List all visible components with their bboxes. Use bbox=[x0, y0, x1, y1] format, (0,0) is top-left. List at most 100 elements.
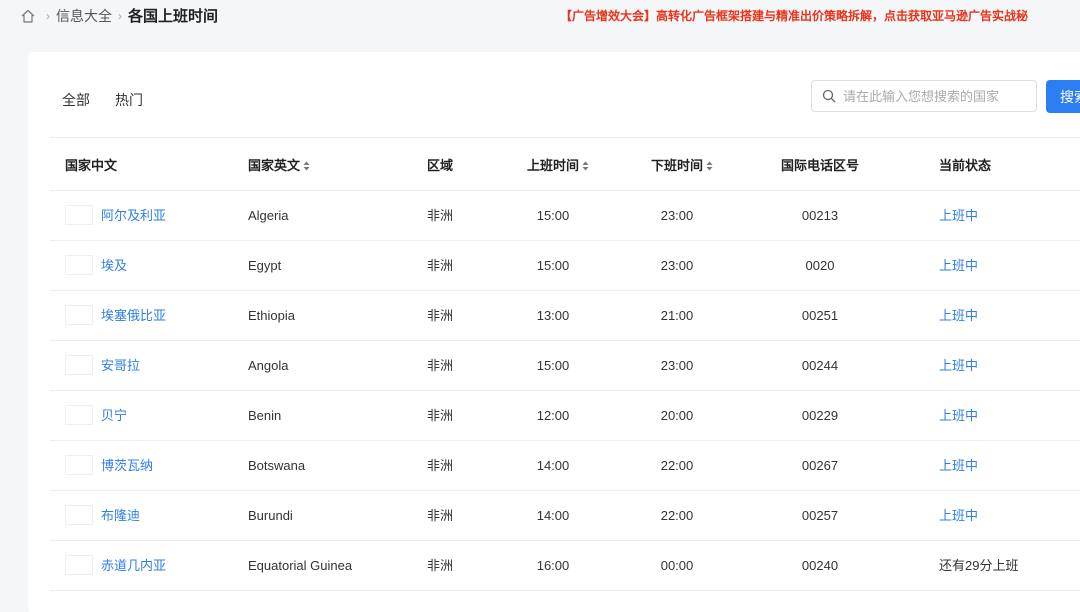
start-time: 16:00 bbox=[536, 558, 570, 573]
start-time: 15:00 bbox=[536, 358, 570, 373]
header-country-en[interactable]: 国家英文 bbox=[248, 141, 310, 190]
flag-image bbox=[65, 205, 93, 225]
filter-tabs: 全部 热门 bbox=[62, 90, 168, 110]
region: 非洲 bbox=[427, 258, 454, 273]
country-en: Benin bbox=[248, 408, 282, 423]
page-title: 各国上班时间 bbox=[128, 8, 219, 25]
start-time: 12:00 bbox=[536, 408, 570, 423]
promo-banner-link[interactable]: 【广告增效大会】高转化广告框架搭建与精准出价策略拆解，点击获取亚马逊广告实战秘 bbox=[560, 7, 1080, 24]
header-country-cn: 国家中文 bbox=[65, 158, 118, 173]
header-region: 区域 bbox=[427, 158, 454, 173]
country-en: Botswana bbox=[248, 458, 306, 473]
table-row: 博茨瓦纳 Botswana 非洲 14:00 22:00 00267 上班中 bbox=[50, 441, 1080, 491]
table-row: 埃塞俄比亚 Ethiopia 非洲 13:00 21:00 00251 上班中 bbox=[50, 291, 1080, 341]
phone-code: 00257 bbox=[801, 508, 839, 523]
country-en: Egypt bbox=[248, 258, 282, 273]
header-start-time[interactable]: 上班时间 bbox=[527, 141, 589, 190]
region: 非洲 bbox=[427, 308, 454, 323]
content-card: 全部 热门 搜索 国家中文 国家英文 区域 上班时间 下班时间 国际电话区号 当… bbox=[28, 52, 1080, 612]
chevron-right-icon: › bbox=[46, 8, 50, 23]
status: 上班中 bbox=[939, 508, 979, 523]
top-bar: › 信息大全 › 各国上班时间 【广告增效大会】高转化广告框架搭建与精准出价策略… bbox=[0, 0, 1080, 30]
country-table: 国家中文 国家英文 区域 上班时间 下班时间 国际电话区号 当前状态 阿尔及利亚… bbox=[50, 141, 1080, 591]
country-en: Equatorial Guinea bbox=[248, 558, 353, 573]
flag-image bbox=[65, 305, 93, 325]
phone-code: 00267 bbox=[801, 458, 839, 473]
status: 上班中 bbox=[939, 258, 979, 273]
table-header: 国家中文 国家英文 区域 上班时间 下班时间 国际电话区号 当前状态 bbox=[50, 141, 1080, 191]
status: 还有29分上班 bbox=[939, 558, 1019, 573]
flag-image bbox=[65, 455, 93, 475]
flag-image bbox=[65, 255, 93, 275]
table-row: 埃及 Egypt 非洲 15:00 23:00 0020 上班中 bbox=[50, 241, 1080, 291]
search-button[interactable]: 搜索 bbox=[1046, 80, 1080, 113]
end-time: 21:00 bbox=[660, 308, 694, 323]
search-input[interactable] bbox=[843, 88, 1023, 104]
status: 上班中 bbox=[939, 208, 979, 223]
flag-image bbox=[65, 405, 93, 425]
region: 非洲 bbox=[427, 508, 454, 523]
phone-code: 00229 bbox=[801, 408, 839, 423]
country-cn-link[interactable]: 安哥拉 bbox=[101, 341, 140, 390]
breadcrumb-item-info[interactable]: 信息大全 bbox=[56, 6, 112, 26]
tab-popular[interactable]: 热门 bbox=[115, 90, 143, 110]
country-cn-link[interactable]: 赤道几内亚 bbox=[101, 541, 166, 590]
country-en: Algeria bbox=[248, 208, 289, 223]
header-phone-code: 国际电话区号 bbox=[781, 158, 860, 173]
country-cn-link[interactable]: 博茨瓦纳 bbox=[101, 441, 153, 490]
region: 非洲 bbox=[427, 408, 454, 423]
end-time: 20:00 bbox=[660, 408, 694, 423]
table-row: 贝宁 Benin 非洲 12:00 20:00 00229 上班中 bbox=[50, 391, 1080, 441]
sort-icon[interactable] bbox=[303, 161, 310, 171]
region: 非洲 bbox=[427, 208, 454, 223]
sort-icon[interactable] bbox=[706, 161, 713, 171]
country-cn-link[interactable]: 布隆迪 bbox=[101, 491, 140, 540]
region: 非洲 bbox=[427, 358, 454, 373]
end-time: 23:00 bbox=[660, 358, 694, 373]
breadcrumb: › 信息大全 › 各国上班时间 bbox=[20, 5, 218, 26]
phone-code: 00240 bbox=[801, 558, 839, 573]
start-time: 15:00 bbox=[536, 258, 570, 273]
table-row: 布隆迪 Burundi 非洲 14:00 22:00 00257 上班中 bbox=[50, 491, 1080, 541]
country-en: Angola bbox=[248, 358, 289, 373]
end-time: 23:00 bbox=[660, 208, 694, 223]
region: 非洲 bbox=[427, 458, 454, 473]
header-status: 当前状态 bbox=[939, 158, 992, 173]
flag-image bbox=[65, 355, 93, 375]
end-time: 22:00 bbox=[660, 508, 694, 523]
status: 上班中 bbox=[939, 308, 979, 323]
header-end-time[interactable]: 下班时间 bbox=[651, 141, 713, 190]
phone-code: 00213 bbox=[801, 208, 839, 223]
country-cn-link[interactable]: 贝宁 bbox=[101, 391, 127, 440]
end-time: 00:00 bbox=[660, 558, 694, 573]
search-icon bbox=[822, 89, 836, 103]
start-time: 15:00 bbox=[536, 208, 570, 223]
end-time: 22:00 bbox=[660, 458, 694, 473]
flag-image bbox=[65, 555, 93, 575]
status: 上班中 bbox=[939, 408, 979, 423]
table-row: 阿尔及利亚 Algeria 非洲 15:00 23:00 00213 上班中 bbox=[50, 191, 1080, 241]
phone-code: 0020 bbox=[805, 258, 835, 273]
phone-code: 00251 bbox=[801, 308, 839, 323]
country-cn-link[interactable]: 埃塞俄比亚 bbox=[101, 291, 166, 340]
region: 非洲 bbox=[427, 558, 454, 573]
table-body: 阿尔及利亚 Algeria 非洲 15:00 23:00 00213 上班中 埃及 Egypt 非… bbox=[50, 191, 1080, 591]
flag-image bbox=[65, 505, 93, 525]
phone-code: 00244 bbox=[801, 358, 839, 373]
country-en: Burundi bbox=[248, 508, 293, 523]
tab-all[interactable]: 全部 bbox=[62, 90, 90, 110]
table-row: 安哥拉 Angola 非洲 15:00 23:00 00244 上班中 bbox=[50, 341, 1080, 391]
status: 上班中 bbox=[939, 458, 979, 473]
start-time: 13:00 bbox=[536, 308, 570, 323]
home-icon[interactable] bbox=[20, 8, 36, 24]
status: 上班中 bbox=[939, 358, 979, 373]
country-cn-link[interactable]: 阿尔及利亚 bbox=[101, 191, 166, 240]
search-box bbox=[811, 80, 1037, 112]
sort-icon[interactable] bbox=[582, 161, 589, 171]
chevron-right-icon: › bbox=[118, 8, 122, 23]
end-time: 23:00 bbox=[660, 258, 694, 273]
divider bbox=[50, 137, 1080, 138]
start-time: 14:00 bbox=[536, 458, 570, 473]
country-cn-link[interactable]: 埃及 bbox=[101, 241, 127, 290]
start-time: 14:00 bbox=[536, 508, 570, 523]
